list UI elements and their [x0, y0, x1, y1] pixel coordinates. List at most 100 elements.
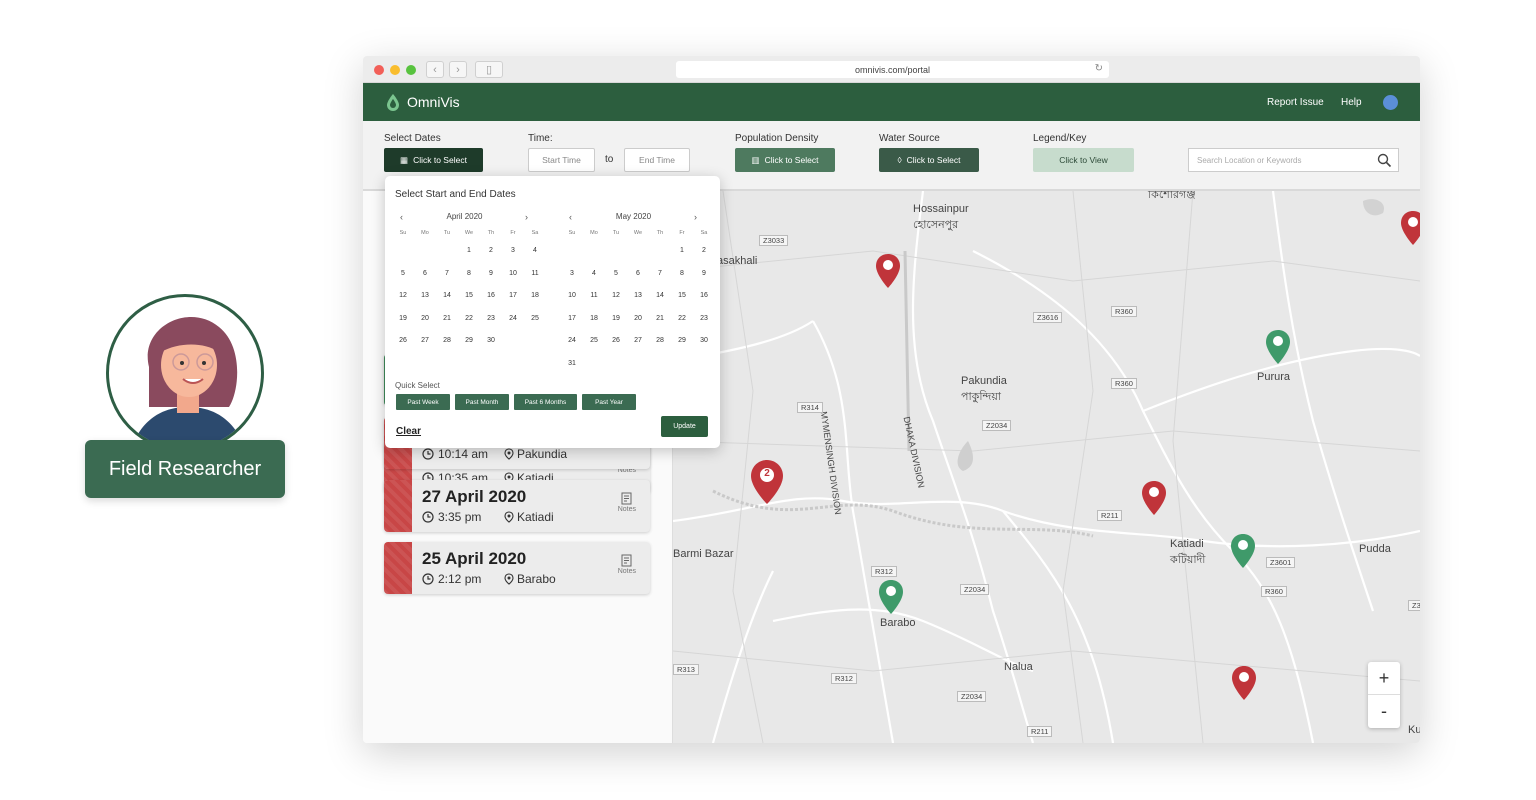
notes-button[interactable]: Notes [618, 492, 636, 513]
calendar-day[interactable]: 7 [649, 263, 671, 286]
calendar-day[interactable]: 30 [480, 330, 502, 353]
calendar-day[interactable]: 4 [583, 263, 605, 286]
calendar-day[interactable]: 21 [436, 308, 458, 331]
zoom-out-button[interactable]: - [1368, 695, 1400, 728]
clear-dates-link[interactable]: Clear [396, 426, 421, 437]
notes-button[interactable]: Notes [618, 554, 636, 575]
end-time-field[interactable]: End Time [624, 148, 690, 172]
map-pin-green[interactable] [1230, 533, 1256, 569]
calendar-day[interactable]: 25 [524, 308, 546, 331]
map-pin-red[interactable] [875, 253, 901, 289]
calendar-day[interactable]: 2 [693, 240, 715, 263]
map-pin-green[interactable] [1265, 329, 1291, 365]
map-pin-red[interactable] [1231, 665, 1257, 701]
calendar-day[interactable]: 12 [392, 285, 414, 308]
calendar-day[interactable]: 15 [458, 285, 480, 308]
map-pin-red[interactable] [1400, 210, 1420, 246]
calendar-day[interactable]: 13 [414, 285, 436, 308]
select-dates-button[interactable]: ▦ Click to Select [384, 148, 483, 172]
calendar-day[interactable]: 15 [671, 285, 693, 308]
prev-month-icon[interactable]: ‹ [400, 212, 403, 222]
map-view[interactable]: Hossainpur হোসেনপুর কিশোরগঞ্জ asakhali P… [673, 191, 1420, 743]
maximize-window-button[interactable] [406, 65, 416, 75]
legend-key-button[interactable]: Click to View [1033, 148, 1134, 172]
past-week-button[interactable]: Past Week [396, 394, 450, 410]
calendar-day[interactable]: 8 [671, 263, 693, 286]
calendar-day[interactable]: 25 [583, 330, 605, 353]
calendar-day[interactable]: 7 [436, 263, 458, 286]
calendar-day[interactable]: 22 [671, 308, 693, 331]
calendar-day[interactable]: 10 [561, 285, 583, 308]
back-icon[interactable]: ‹ [426, 61, 444, 78]
next-month-icon[interactable]: › [525, 212, 528, 222]
calendar-day[interactable]: 16 [480, 285, 502, 308]
calendar-day[interactable]: 29 [671, 330, 693, 353]
calendar-day[interactable]: 10 [502, 263, 524, 286]
prev-month-icon[interactable]: ‹ [569, 212, 572, 222]
record-card[interactable]: 25 April 2020 2:12 pm Barabo Notes [384, 542, 650, 594]
calendar-day[interactable]: 13 [627, 285, 649, 308]
calendar-day[interactable]: 22 [458, 308, 480, 331]
calendar-day[interactable]: 23 [693, 308, 715, 331]
sidebar-toggle-icon[interactable]: ▯ [475, 61, 503, 78]
calendar-day[interactable]: 3 [561, 263, 583, 286]
calendar-day[interactable]: 14 [436, 285, 458, 308]
calendar-day[interactable]: 5 [392, 263, 414, 286]
help-link[interactable]: Help [1341, 97, 1362, 108]
calendar-day[interactable]: 24 [561, 330, 583, 353]
calendar-day[interactable]: 2 [480, 240, 502, 263]
address-bar[interactable]: omnivis.com/portal ↻ [676, 61, 1109, 78]
calendar-day[interactable]: 29 [458, 330, 480, 353]
calendar-day[interactable]: 28 [649, 330, 671, 353]
calendar-day[interactable]: 8 [458, 263, 480, 286]
update-button[interactable]: Update [661, 416, 708, 437]
calendar-day[interactable]: 28 [436, 330, 458, 353]
calendar-day[interactable]: 31 [561, 353, 583, 376]
calendar-day[interactable]: 19 [605, 308, 627, 331]
map-cluster-pin[interactable] [750, 459, 784, 505]
calendar-day[interactable]: 6 [627, 263, 649, 286]
calendar-day[interactable]: 1 [671, 240, 693, 263]
calendar-day[interactable]: 4 [524, 240, 546, 263]
population-density-button[interactable]: ▥ Click to Select [735, 148, 835, 172]
calendar-day[interactable]: 20 [627, 308, 649, 331]
user-avatar-icon[interactable] [1383, 95, 1398, 110]
calendar-day[interactable]: 17 [561, 308, 583, 331]
minimize-window-button[interactable] [390, 65, 400, 75]
calendar-day[interactable]: 26 [605, 330, 627, 353]
calendar-day[interactable]: 3 [502, 240, 524, 263]
search-input[interactable]: Search Location or Keywords [1188, 148, 1399, 172]
calendar-day[interactable]: 1 [458, 240, 480, 263]
calendar-day[interactable]: 14 [649, 285, 671, 308]
calendar-day[interactable]: 17 [502, 285, 524, 308]
record-card[interactable]: 27 April 2020 3:35 pm Katiadi Notes [384, 480, 650, 532]
water-source-button[interactable]: ◊ Click to Select [879, 148, 979, 172]
next-month-icon[interactable]: › [694, 212, 697, 222]
calendar-day[interactable]: 18 [583, 308, 605, 331]
reload-icon[interactable]: ↻ [1095, 63, 1103, 74]
zoom-in-button[interactable]: + [1368, 662, 1400, 695]
calendar-day[interactable]: 9 [693, 263, 715, 286]
calendar-day[interactable]: 12 [605, 285, 627, 308]
calendar-day[interactable]: 16 [693, 285, 715, 308]
app-logo[interactable]: OmniVis [385, 93, 460, 111]
calendar-day[interactable]: 27 [414, 330, 436, 353]
calendar-day[interactable]: 6 [414, 263, 436, 286]
calendar-day[interactable]: 20 [414, 308, 436, 331]
calendar-day[interactable]: 11 [524, 263, 546, 286]
calendar-day[interactable]: 21 [649, 308, 671, 331]
search-icon[interactable] [1377, 153, 1392, 168]
report-issue-link[interactable]: Report Issue [1267, 97, 1324, 108]
calendar-day[interactable]: 27 [627, 330, 649, 353]
calendar-day[interactable]: 24 [502, 308, 524, 331]
start-time-field[interactable]: Start Time [528, 148, 595, 172]
calendar-day[interactable]: 23 [480, 308, 502, 331]
calendar-day[interactable]: 18 [524, 285, 546, 308]
past-6-months-button[interactable]: Past 6 Months [514, 394, 577, 410]
calendar-day[interactable]: 26 [392, 330, 414, 353]
calendar-day[interactable]: 30 [693, 330, 715, 353]
calendar-day[interactable]: 19 [392, 308, 414, 331]
calendar-day[interactable]: 5 [605, 263, 627, 286]
past-year-button[interactable]: Past Year [582, 394, 636, 410]
forward-icon[interactable]: › [449, 61, 467, 78]
